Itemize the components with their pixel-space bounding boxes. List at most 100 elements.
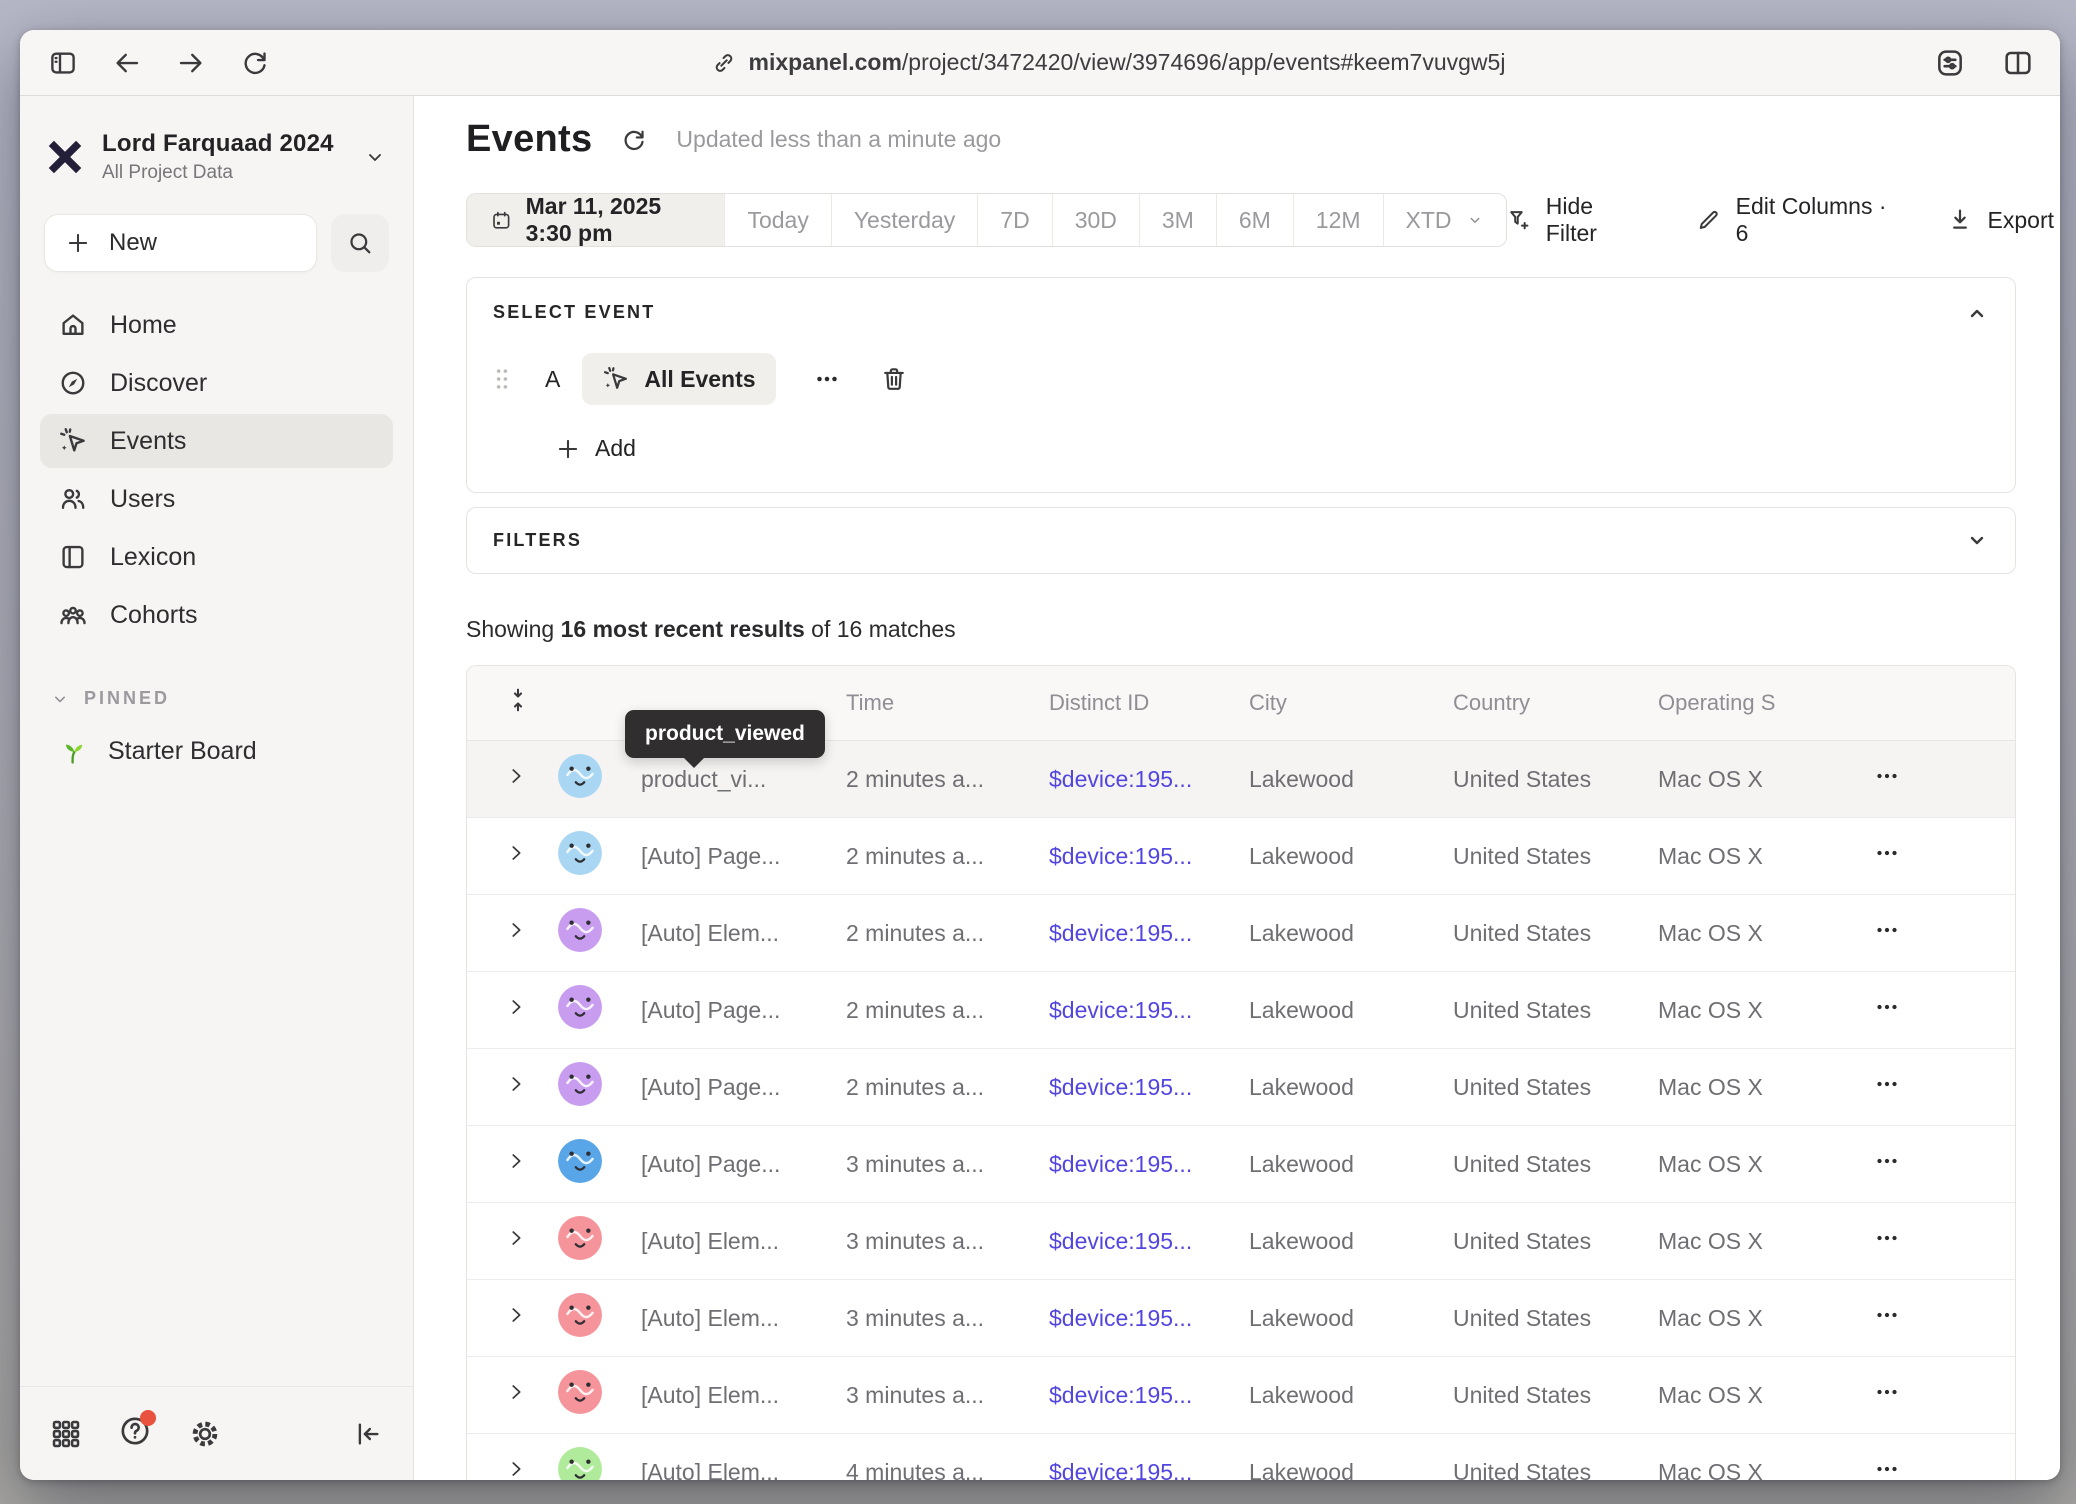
range-xtd[interactable]: XTD [1383, 194, 1506, 246]
event-selector-chip[interactable]: All Events [582, 353, 775, 405]
distinct-id-link[interactable]: $device:195... [1049, 1382, 1192, 1409]
browser-forward-button[interactable] [174, 46, 208, 80]
browser-reload-button[interactable] [238, 46, 272, 80]
distinct-id-link[interactable]: $device:195... [1049, 843, 1192, 870]
os-cell: Mac OS X [1658, 1074, 1848, 1101]
sidebar-item-discover[interactable]: Discover [40, 356, 393, 410]
row-expand-chevron-icon[interactable] [505, 1073, 527, 1095]
apps-grid-icon[interactable] [50, 1418, 82, 1450]
range-yesterday[interactable]: Yesterday [831, 194, 977, 246]
browser-sidebar-toggle-button[interactable] [46, 46, 80, 80]
row-menu-button[interactable] [1872, 1377, 1902, 1407]
link-icon [711, 50, 737, 76]
new-button[interactable]: New [44, 214, 317, 272]
column-header-distinct-id[interactable]: Distinct ID [1049, 690, 1249, 716]
row-menu-button[interactable] [1872, 915, 1902, 945]
sidebar-item-home[interactable]: Home [40, 298, 393, 352]
row-expand-chevron-icon[interactable] [505, 765, 527, 787]
date-picker-segment[interactable]: Mar 11, 2025 3:30 pm [467, 194, 724, 246]
search-button[interactable] [331, 214, 389, 272]
range-7d[interactable]: 7D [977, 194, 1051, 246]
settings-gear-icon[interactable] [188, 1417, 222, 1451]
row-menu-button[interactable] [1872, 1454, 1902, 1480]
row-menu-button[interactable] [1872, 1300, 1902, 1330]
range-30d[interactable]: 30D [1052, 194, 1139, 246]
table-row[interactable]: [Auto] Elem... 3 minutes a... $device:19… [467, 1357, 2015, 1434]
sidebar-item-users[interactable]: Users [40, 472, 393, 526]
export-button[interactable]: Export [1946, 206, 2054, 234]
sidebar-item-starter-board[interactable]: Starter Board [40, 725, 393, 778]
event-name-cell: [Auto] Elem... [641, 920, 846, 947]
distinct-id-link[interactable]: $device:195... [1049, 920, 1192, 947]
date-range-control: Mar 11, 2025 3:30 pm Today Yesterday 7D … [466, 193, 1507, 247]
table-row[interactable]: [Auto] Elem... 2 minutes a... $device:19… [467, 895, 2015, 972]
table-row[interactable]: [Auto] Page... 2 minutes a... $device:19… [467, 818, 2015, 895]
drag-handle-icon[interactable] [493, 366, 511, 392]
row-expand-chevron-icon[interactable] [505, 1381, 527, 1403]
sidebar-item-events[interactable]: Events [40, 414, 393, 468]
range-3m[interactable]: 3M [1139, 194, 1216, 246]
distinct-id-link[interactable]: $device:195... [1049, 1151, 1192, 1178]
row-menu-button[interactable] [1872, 1146, 1902, 1176]
city-cell: Lakewood [1249, 1151, 1453, 1178]
delete-event-trash-icon[interactable] [880, 365, 908, 393]
forward-arrow-icon [176, 48, 206, 78]
row-expand-chevron-icon[interactable] [505, 1150, 527, 1172]
collapse-sidebar-icon[interactable] [353, 1419, 383, 1449]
table-row[interactable]: [Auto] Elem... 3 minutes a... $device:19… [467, 1203, 2015, 1280]
row-expand-chevron-icon[interactable] [505, 996, 527, 1018]
sidebar-item-cohorts[interactable]: Cohorts [40, 588, 393, 642]
row-menu-button[interactable] [1872, 761, 1902, 791]
column-header-city[interactable]: City [1249, 690, 1453, 716]
address-bar[interactable]: mixpanel.com/project/3472420/view/397469… [302, 49, 1914, 76]
row-menu-button[interactable] [1872, 992, 1902, 1022]
refresh-icon[interactable] [620, 126, 648, 154]
event-more-button[interactable] [812, 364, 842, 394]
hide-filter-button[interactable]: Hide Filter [1507, 193, 1641, 247]
filter-plus-icon [1507, 206, 1532, 234]
sidebar-item-lexicon[interactable]: Lexicon [40, 530, 393, 584]
browser-back-button[interactable] [110, 46, 144, 80]
range-12m[interactable]: 12M [1293, 194, 1383, 246]
row-expand-chevron-icon[interactable] [505, 1304, 527, 1326]
distinct-id-link[interactable]: $device:195... [1049, 1228, 1192, 1255]
mixpanel-logo [44, 136, 86, 178]
distinct-id-link[interactable]: $device:195... [1049, 766, 1192, 793]
pinned-section-header[interactable]: PINNED [20, 642, 413, 709]
row-expand-chevron-icon[interactable] [505, 1227, 527, 1249]
distinct-id-link[interactable]: $device:195... [1049, 1459, 1192, 1481]
time-cell: 3 minutes a... [846, 1305, 1049, 1332]
column-header-country[interactable]: Country [1453, 690, 1658, 716]
range-today[interactable]: Today [724, 194, 830, 246]
table-row[interactable]: [Auto] Page... 2 minutes a... $device:19… [467, 1049, 2015, 1126]
column-header-time[interactable]: Time [846, 690, 1049, 716]
row-menu-button[interactable] [1872, 1223, 1902, 1253]
help-button[interactable] [118, 1414, 152, 1453]
split-view-icon[interactable] [2002, 47, 2034, 79]
column-header-os[interactable]: Operating S [1658, 690, 1848, 716]
row-expand-chevron-icon[interactable] [505, 842, 527, 864]
time-cell: 3 minutes a... [846, 1228, 1049, 1255]
workspace-switcher[interactable]: Lord Farquaad 2024 All Project Data [20, 96, 413, 184]
collapse-rows-icon[interactable] [505, 687, 531, 713]
range-6m[interactable]: 6M [1216, 194, 1293, 246]
add-event-button[interactable]: Add [555, 435, 1989, 462]
edit-columns-button[interactable]: Edit Columns · 6 [1696, 193, 1889, 247]
distinct-id-link[interactable]: $device:195... [1049, 997, 1192, 1024]
distinct-id-link[interactable]: $device:195... [1049, 1305, 1192, 1332]
table-row[interactable]: [Auto] Elem... 4 minutes a... $device:19… [467, 1434, 2015, 1480]
collapse-section-chevron-up-icon[interactable] [1965, 302, 1989, 326]
url-domain: mixpanel.com [749, 49, 902, 75]
expand-section-chevron-down-icon[interactable] [1965, 528, 1989, 552]
page-title: Events [466, 118, 592, 161]
row-menu-button[interactable] [1872, 1069, 1902, 1099]
row-menu-button[interactable] [1872, 838, 1902, 868]
table-row[interactable]: [Auto] Page... 3 minutes a... $device:19… [467, 1126, 2015, 1203]
row-expand-chevron-icon[interactable] [505, 919, 527, 941]
event-name-cell: [Auto] Page... [641, 997, 846, 1024]
table-row[interactable]: [Auto] Elem... 3 minutes a... $device:19… [467, 1280, 2015, 1357]
row-expand-chevron-icon[interactable] [505, 1458, 527, 1480]
table-row[interactable]: [Auto] Page... 2 minutes a... $device:19… [467, 972, 2015, 1049]
page-settings-icon[interactable] [1934, 47, 1966, 79]
distinct-id-link[interactable]: $device:195... [1049, 1074, 1192, 1101]
